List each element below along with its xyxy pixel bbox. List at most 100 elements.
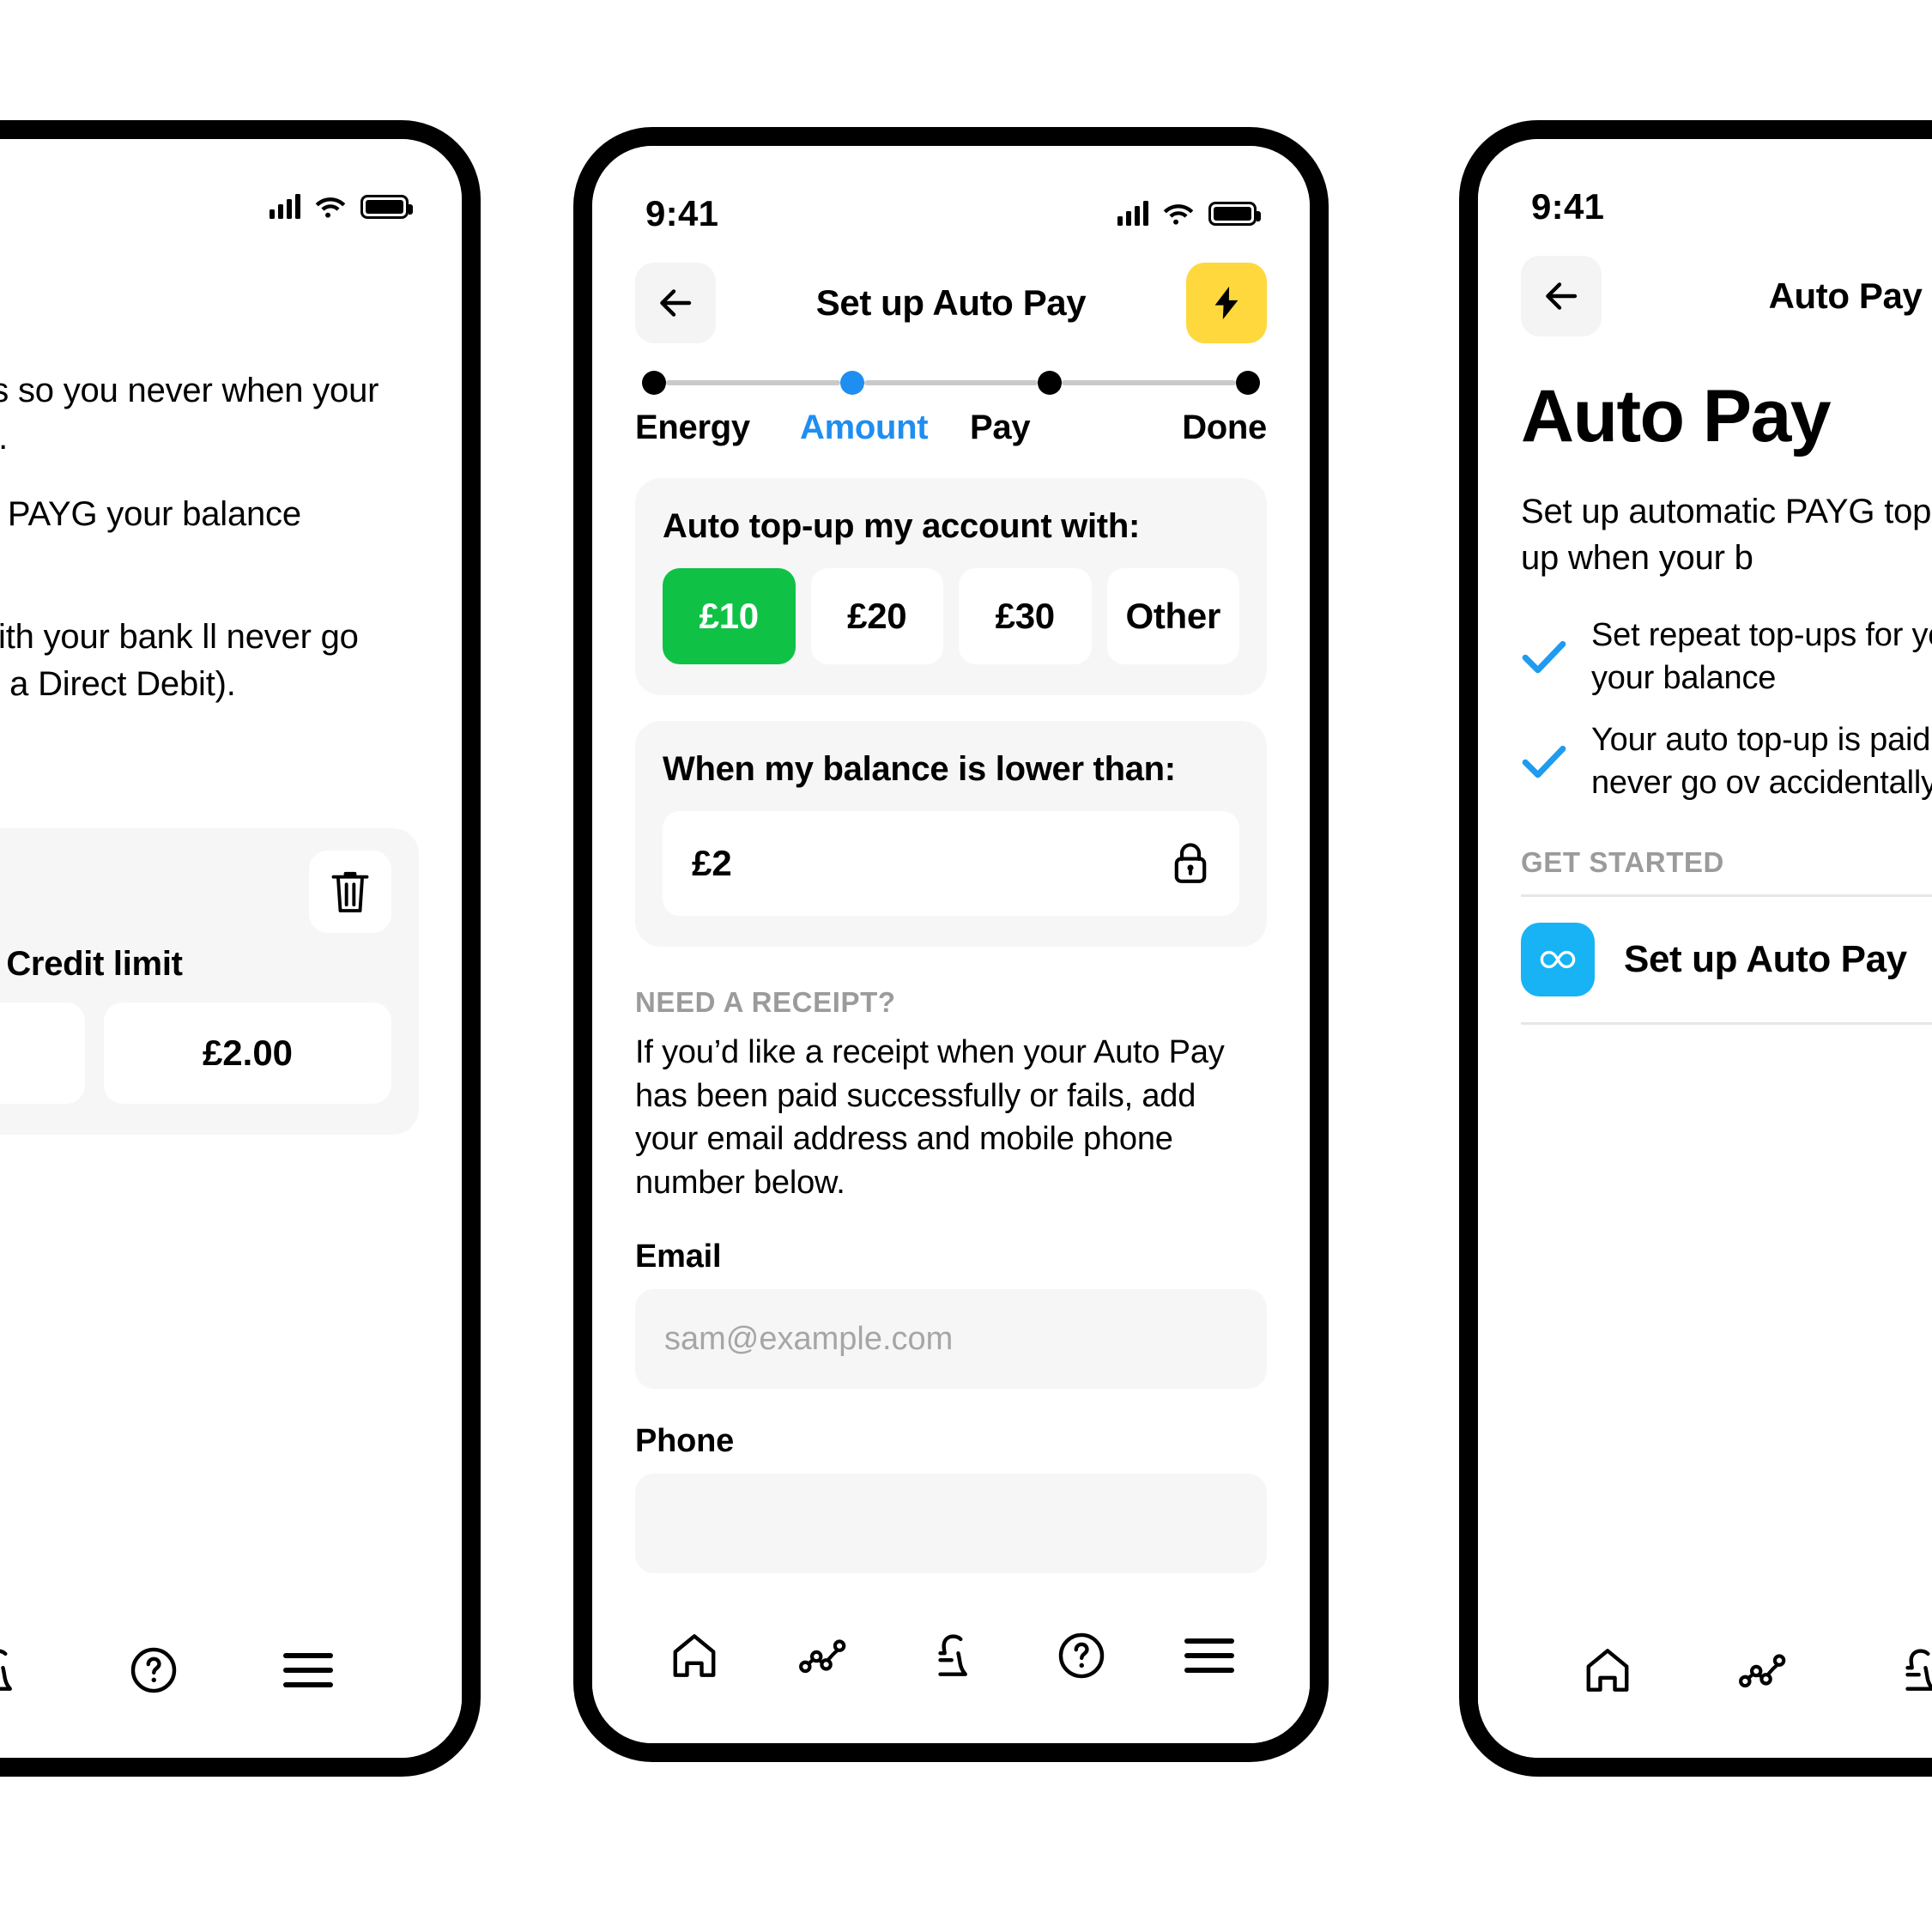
setup-auto-pay-row[interactable]: Set up Auto Pay: [1478, 897, 1932, 1022]
phone-label: Phone: [635, 1423, 735, 1460]
tab-help-left[interactable]: [127, 1644, 180, 1697]
wifi-icon: [1162, 202, 1195, 226]
step-line-2: [863, 380, 1039, 385]
nav-bar-center: Set up Auto Pay: [592, 240, 1310, 352]
step-label-pay: Pay: [970, 409, 1031, 446]
benefit-text-2: Your auto top-up is paid card, so you’ll…: [1591, 722, 1932, 802]
credit-limit-value-field[interactable]: £2.00: [104, 1002, 391, 1104]
step-dot-done[interactable]: [1236, 371, 1261, 395]
amount-option-other[interactable]: Other: [1106, 568, 1239, 664]
tab-pay-left[interactable]: [0, 1644, 24, 1697]
tab-pay-right[interactable]: [1893, 1644, 1932, 1697]
help-icon: [1059, 1632, 1105, 1679]
tab-bar-center: [592, 1599, 1310, 1743]
phone-center-screen: 9:41 Set up Auto Pay Energy Amount Pay D…: [592, 146, 1310, 1743]
tab-menu-left[interactable]: [283, 1653, 333, 1687]
threshold-value: £2: [692, 843, 732, 883]
pound-icon: [938, 1634, 967, 1676]
phone-field[interactable]: [635, 1474, 1267, 1574]
tab-bar-right: [1478, 1614, 1932, 1758]
left-paragraph-2: op-ups for your PAYG your balance reache…: [0, 494, 301, 533]
usage-graph-icon: [1739, 1654, 1786, 1688]
receipt-kicker: NEED A RECEIPT?: [635, 986, 896, 1018]
list-divider-bottom: [1521, 1021, 1932, 1025]
status-time-right: 9:41: [1531, 186, 1605, 227]
step-label-done: Done: [1182, 409, 1267, 446]
tab-usage-right[interactable]: [1737, 1644, 1790, 1697]
battery-icon: [1208, 202, 1261, 226]
step-dot-amount[interactable]: [839, 371, 864, 395]
menu-icon: [283, 1653, 333, 1687]
arrow-left-icon: [1546, 282, 1578, 310]
cellular-signal-icon: [1117, 201, 1148, 226]
amount-option-20[interactable]: £20: [810, 568, 943, 664]
amount-option-30[interactable]: £30: [959, 568, 1092, 664]
stepper-track: [635, 371, 1267, 395]
threshold-value-field[interactable]: £2: [663, 811, 1239, 916]
step-line-1: [666, 380, 840, 385]
tab-help[interactable]: [1055, 1629, 1108, 1682]
credit-limit-secondary-field[interactable]: [0, 1002, 85, 1104]
step-label-energy: Energy: [635, 409, 750, 446]
receipt-section: NEED A RECEIPT? If you’d like a receipt …: [592, 947, 1310, 1574]
step-label-amount: Amount: [800, 409, 929, 446]
tab-menu[interactable]: [1184, 1638, 1234, 1673]
left-paragraph-3: op-up is paid with your bank ll never go…: [0, 618, 359, 703]
nav-bar-left: Auto Pay: [0, 233, 462, 345]
screenshot-canvas: Auto Pay c PAYG top-ups so you never whe…: [0, 0, 1932, 1932]
hero-description: Set up automatic PAYG top-u forget to to…: [1521, 493, 1932, 577]
tab-pay[interactable]: [926, 1629, 979, 1682]
tab-home[interactable]: [668, 1629, 721, 1682]
battery-icon: [360, 195, 413, 219]
phone-center: 9:41 Set up Auto Pay Energy Amount Pay D…: [573, 127, 1329, 1762]
email-label: Email: [635, 1239, 722, 1275]
arrow-left-icon: [660, 289, 692, 317]
check-icon: [1521, 639, 1567, 675]
credit-limit-fields: £2.00: [0, 1002, 391, 1104]
threshold-card-title: When my balance is lower than:: [663, 750, 1176, 788]
step-dot-energy[interactable]: [642, 371, 666, 395]
back-button[interactable]: [635, 263, 716, 343]
credit-limit-card: Credit limit £2.00: [0, 827, 419, 1135]
stepper-labels: Energy Amount Pay Done: [635, 409, 1267, 447]
step-line-3: [1062, 380, 1237, 385]
phone-right-screen: 9:41 Auto Pay Auto Pay Set up automatic …: [1478, 139, 1932, 1758]
progress-stepper: Energy Amount Pay Done: [592, 352, 1310, 452]
step-dot-pay[interactable]: [1038, 371, 1063, 395]
help-icon: [130, 1647, 177, 1693]
phone-right: 9:41 Auto Pay Auto Pay Set up automatic …: [1459, 120, 1932, 1777]
wifi-icon: [314, 195, 347, 219]
amount-option-10[interactable]: £10: [663, 568, 796, 664]
phone-left-screen: Auto Pay c PAYG top-ups so you never whe…: [0, 139, 462, 1758]
check-icon: [1521, 743, 1567, 779]
list-item: Set repeat top-ups for yo meter when you…: [1521, 614, 1932, 700]
trash-icon: [331, 871, 369, 912]
quick-action-button[interactable]: [1186, 263, 1267, 343]
nav-bar-right: Auto Pay: [1478, 233, 1932, 345]
topup-amount-card: Auto top-up my account with: £10 £20 £30…: [635, 478, 1267, 695]
hero-title: Auto Pay: [1521, 375, 1832, 457]
home-icon: [1586, 1649, 1629, 1692]
lock-icon: [1171, 840, 1210, 887]
setup-auto-pay-label: Set up Auto Pay: [1624, 937, 1907, 980]
delete-button[interactable]: [309, 850, 391, 933]
back-button-right[interactable]: [1521, 256, 1602, 336]
menu-icon: [1184, 1638, 1234, 1673]
cellular-signal-icon: [270, 194, 300, 219]
pound-icon: [0, 1649, 12, 1691]
lightning-bolt-icon: [1214, 286, 1239, 320]
status-icons-center: [1117, 201, 1261, 226]
tab-home-right[interactable]: [1581, 1644, 1634, 1697]
credit-limit-label: Credit limit: [6, 944, 183, 983]
tab-bar-left: [0, 1614, 462, 1758]
status-icons: [270, 194, 413, 219]
email-field[interactable]: sam@example.com: [635, 1289, 1267, 1390]
phone-left: Auto Pay c PAYG top-ups so you never whe…: [0, 120, 481, 1777]
page-title-left: Auto Pay: [0, 276, 419, 317]
status-bar-right: 9:41: [1478, 139, 1932, 233]
status-time-center: 9:41: [645, 193, 719, 233]
receipt-description: If you’d like a receipt when your Auto P…: [635, 1034, 1225, 1201]
status-bar-center: 9:41: [592, 146, 1310, 240]
tab-usage[interactable]: [797, 1629, 851, 1682]
topup-card-title: Auto top-up my account with:: [663, 507, 1140, 545]
